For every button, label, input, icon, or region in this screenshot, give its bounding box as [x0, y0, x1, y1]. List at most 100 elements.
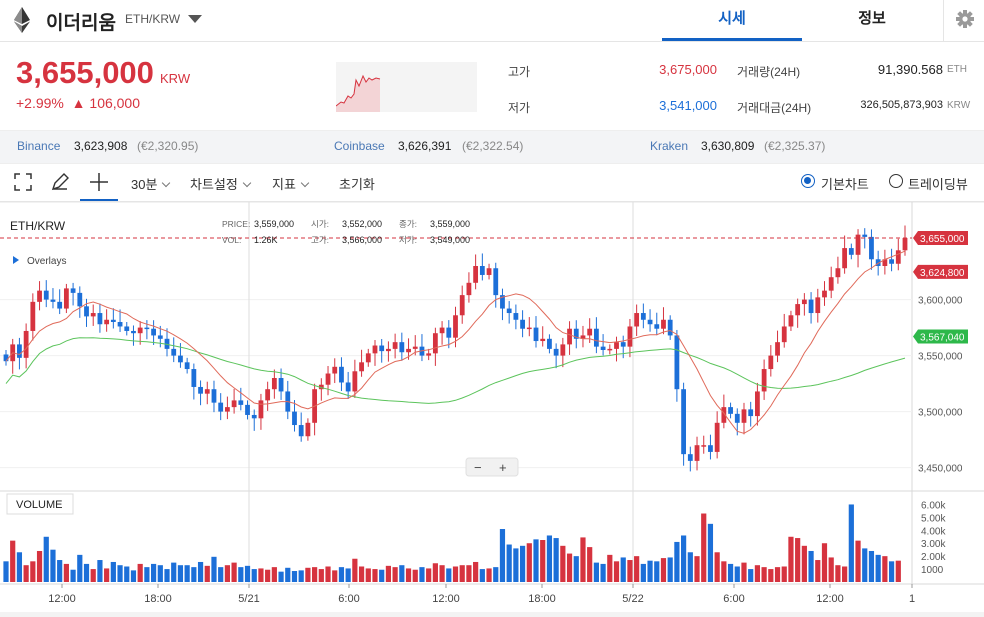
tab-info[interactable]: 정보 [802, 0, 942, 41]
volume-bar [271, 567, 277, 582]
ethereum-logo-icon [14, 7, 30, 33]
basic-chart-label[interactable]: 기본차트 [821, 174, 869, 193]
volume-bar [734, 566, 740, 582]
price-chart[interactable]: 3,600,000 3,550,000 3,500,000 3,450,000 6.00… [0, 202, 984, 617]
volume-bar [177, 565, 184, 582]
volume-bar [90, 569, 96, 582]
price-unit: KRW [160, 71, 191, 86]
chart-settings-label: 차트설정 [190, 177, 238, 192]
settings-button[interactable] [943, 0, 984, 41]
candle-body [822, 290, 827, 298]
interval-select[interactable]: 30분 [131, 174, 171, 193]
time-tick-label: 5/22 [622, 593, 643, 605]
exchange-name[interactable]: Coinbase [334, 139, 385, 153]
candle-body [238, 400, 244, 405]
candle-body [392, 342, 398, 349]
exchange-name[interactable]: Binance [17, 139, 60, 153]
candle-body [292, 411, 297, 426]
volume-bar [566, 553, 573, 582]
candle-body [755, 391, 760, 417]
candle-body [513, 313, 519, 320]
candle-body [506, 308, 512, 314]
exchange-name[interactable]: Kraken [650, 139, 688, 153]
candle-body [768, 355, 774, 370]
candle-body [795, 304, 801, 316]
volume-bar [694, 556, 700, 582]
candle-body [479, 266, 485, 275]
fullscreen-icon[interactable] [14, 173, 32, 191]
volume-bar [30, 561, 36, 582]
volume-label: VOLUME [16, 499, 62, 511]
candle-body [345, 382, 351, 392]
volume-bar [164, 569, 170, 582]
zoom-in-button[interactable]: + [499, 460, 507, 475]
chart-settings-select[interactable]: 차트설정 [190, 174, 252, 193]
volume-bar [265, 569, 271, 582]
coin-dropdown-icon[interactable] [188, 15, 202, 23]
candle-body [714, 422, 720, 452]
volume-bar [754, 565, 761, 582]
pencil-icon[interactable] [50, 172, 70, 192]
high-label: 고가 [508, 65, 531, 79]
trading-view-label[interactable]: 트레이딩뷰 [908, 174, 968, 193]
ohlc-label: 종가: [399, 219, 417, 229]
low-label: 저가 [508, 101, 531, 115]
volume-bar [634, 556, 640, 582]
volume-bar [144, 567, 150, 582]
volume-bar [372, 569, 378, 582]
reset-button[interactable]: 초기화 [339, 174, 375, 193]
current-price: 3,655,000 [16, 55, 154, 90]
candle-body [567, 328, 572, 345]
candle-body [37, 290, 42, 302]
price-tick-label: 3,600,000 [918, 296, 963, 307]
coin-pair[interactable]: ETH/KRW [125, 12, 180, 26]
volume-bar [493, 567, 499, 582]
candle-body [647, 319, 653, 325]
tab-quote[interactable]: 시세 [662, 0, 802, 41]
volume-bar [486, 568, 492, 582]
candle-body [560, 344, 566, 356]
volume-bar [667, 557, 673, 582]
overlays-label: Overlays [27, 256, 66, 267]
candle-body [835, 268, 841, 278]
volume-bar [211, 556, 217, 582]
candle-body [224, 407, 230, 412]
volume-bar [654, 561, 660, 582]
candle-body [828, 277, 834, 291]
volume-tick-label: 3.00k [921, 539, 946, 550]
volume-bar [868, 550, 875, 582]
volume-bar [714, 552, 720, 582]
volume-tick-label: 6.00k [921, 500, 946, 511]
candle-body [325, 373, 331, 385]
volume-bar [439, 565, 445, 582]
candle-body [466, 282, 472, 296]
time-tick-label: 12:00 [48, 593, 76, 605]
exchange-price: 3,626,391 [398, 139, 452, 153]
basic-chart-radio[interactable] [801, 174, 815, 188]
bottom-scrollbar[interactable] [0, 612, 984, 617]
price-badge-label: 3,655,000 [920, 234, 965, 245]
mini-sparkline [335, 62, 477, 112]
volume-bar [130, 570, 137, 582]
coin-name[interactable]: 이더리움 [46, 8, 116, 35]
volume-bar [647, 560, 653, 582]
candle-body [862, 234, 868, 237]
volume-bar [412, 569, 418, 582]
indicators-select[interactable]: 지표 [272, 174, 310, 193]
candle-body [801, 299, 807, 305]
volume-bar [36, 550, 43, 582]
volume-bar [761, 567, 767, 582]
volume-bar [748, 569, 754, 582]
price-tick-label: 3,450,000 [918, 464, 963, 475]
trading-view-radio[interactable] [889, 174, 903, 188]
zoom-out-button[interactable]: − [474, 460, 482, 475]
volume-bar [379, 569, 385, 582]
exchange-eur-price: (€2,325.37) [764, 139, 826, 153]
ohlc-value: 3,552,000 [342, 219, 382, 229]
candle-body [251, 414, 257, 419]
candle-body [412, 346, 418, 349]
candle-body [97, 313, 103, 325]
candle-body [211, 389, 217, 403]
crosshair-tool-button[interactable] [80, 163, 118, 201]
volume-bar [768, 569, 774, 582]
